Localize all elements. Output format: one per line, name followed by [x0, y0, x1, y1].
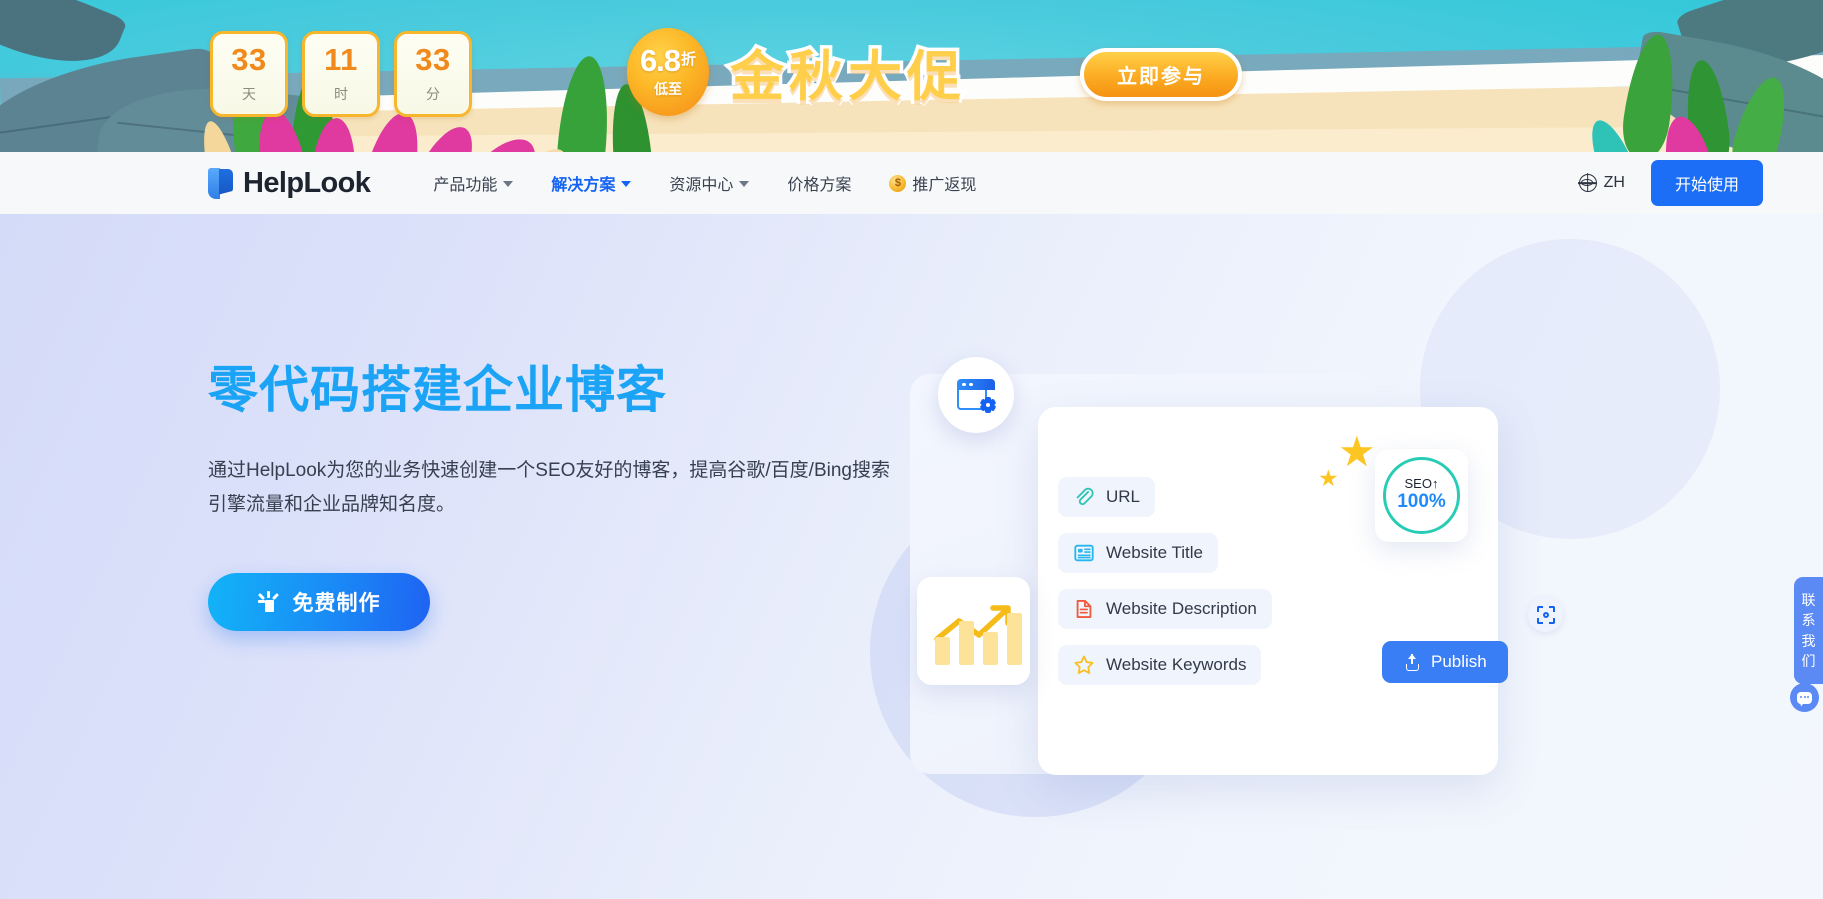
nav-item-label: 推广返现 — [912, 177, 977, 194]
document-icon — [1076, 600, 1092, 618]
nav-item-label: 资源中心 — [669, 177, 734, 194]
discount-value: 6.8 — [639, 43, 681, 78]
contact-us-tab[interactable]: 联系我们 — [1794, 577, 1823, 685]
chevron-down-icon — [503, 181, 514, 187]
language-label: ZH — [1603, 174, 1625, 191]
countdown-minutes: 33 分 — [394, 31, 472, 117]
nav-item-resources[interactable]: 资源中心 — [652, 163, 766, 203]
article-icon — [1074, 544, 1094, 562]
nav-item-solutions[interactable]: 解决方案 — [534, 163, 648, 203]
seo-value: 100% — [1397, 491, 1446, 513]
nav-links: 产品功能 解决方案 资源中心 价格方案 $ 推广返现 — [416, 163, 993, 203]
seo-label: SEO↑ — [1404, 476, 1439, 492]
nav-item-referral[interactable]: $ 推广返现 — [872, 163, 993, 203]
nav-right-group: ZH 开始使用 — [1578, 160, 1763, 206]
chat-bubble-icon — [1797, 691, 1812, 704]
scan-icon — [1536, 605, 1555, 624]
field-website-title: Website Title — [1058, 533, 1219, 573]
paperclip-icon — [1076, 487, 1094, 506]
chart-bar — [935, 637, 950, 665]
hero-section: 零代码搭建企业博客 通过HelpLook为您的业务快速创建一个SEO友好的博客，… — [0, 214, 1823, 899]
free-create-button[interactable]: 免费制作 — [208, 572, 430, 631]
brand-logo[interactable]: HelpLook — [208, 166, 371, 200]
upload-icon — [1403, 653, 1422, 671]
scan-capture-button[interactable] — [1528, 597, 1563, 632]
countdown-days-value: 33 — [231, 42, 267, 77]
page-title: 零代码搭建企业博客 — [208, 362, 667, 418]
browser-gear-icon — [957, 379, 997, 413]
field-website-description: Website Description — [1058, 589, 1272, 629]
chevron-down-icon — [621, 181, 632, 187]
promo-banner: 33 天 11 时 33 分 6.8 折 低至 金秋大促 立即参与 — [0, 0, 1823, 152]
hero-description: 通过HelpLook为您的业务快速创建一个SEO友好的博客，提高谷歌/百度/Bi… — [208, 459, 890, 516]
chart-bar — [1007, 613, 1022, 665]
sparkle-click-icon — [257, 590, 280, 613]
main-navigation: HelpLook 产品功能 解决方案 资源中心 价格方案 $ 推广返现 ZH 开… — [0, 152, 1823, 214]
discount-badge: 6.8 折 低至 — [627, 28, 709, 116]
field-website-keywords: Website Keywords — [1058, 645, 1262, 685]
nav-item-pricing[interactable]: 价格方案 — [770, 163, 868, 203]
star-icon — [1074, 655, 1094, 674]
browser-settings-badge — [938, 357, 1014, 433]
nav-item-label: 产品功能 — [433, 177, 498, 194]
chat-widget-button[interactable] — [1790, 683, 1819, 712]
field-label: Website Description — [1106, 599, 1257, 618]
field-label: Website Title — [1106, 543, 1204, 562]
analytics-chart-card — [917, 577, 1030, 685]
chart-bar — [959, 621, 974, 665]
field-url: URL — [1058, 477, 1156, 517]
start-using-button[interactable]: 开始使用 — [1650, 160, 1763, 206]
countdown-days: 33 天 — [210, 31, 288, 117]
publish-button[interactable]: Publish — [1382, 641, 1508, 683]
countdown-hours-value: 11 — [324, 42, 358, 77]
discount-suffix: 折 — [681, 51, 697, 68]
discount-subtext: 低至 — [654, 81, 682, 97]
chart-bar — [983, 632, 998, 665]
sparkle-star-icon: ★ — [1338, 428, 1376, 475]
sparkle-star-icon: ★ — [1318, 465, 1339, 491]
nav-item-products[interactable]: 产品功能 — [416, 163, 530, 203]
hero-copy: 零代码搭建企业博客 通过HelpLook为您的业务快速创建一个SEO友好的博客，… — [208, 362, 928, 631]
seo-score-card: SEO↑ 100% — [1375, 449, 1468, 542]
hero-illustration: ★ ★ URL Website Title Website Descriptio… — [870, 239, 1720, 829]
countdown-hours-unit: 时 — [334, 86, 348, 102]
free-create-label: 免费制作 — [292, 591, 381, 615]
countdown-timer: 33 天 11 时 33 分 — [210, 31, 472, 117]
discount-badge-main: 6.8 折 — [640, 45, 696, 76]
publish-label: Publish — [1431, 652, 1487, 671]
nav-item-label: 解决方案 — [551, 177, 616, 194]
seo-score-ring: SEO↑ 100% — [1383, 457, 1460, 534]
countdown-days-unit: 天 — [242, 86, 256, 102]
countdown-minutes-value: 33 — [415, 42, 451, 77]
promo-title: 金秋大促 — [727, 44, 966, 111]
chevron-down-icon — [739, 181, 750, 187]
coin-icon: $ — [889, 174, 907, 192]
field-label: URL — [1106, 487, 1141, 506]
language-switcher[interactable]: ZH — [1578, 174, 1625, 192]
nav-item-label: 价格方案 — [787, 177, 852, 194]
helplook-logo-icon — [208, 167, 233, 199]
field-label: Website Keywords — [1106, 655, 1247, 674]
countdown-minutes-unit: 分 — [426, 86, 440, 102]
promo-join-button[interactable]: 立即参与 — [1080, 48, 1242, 101]
globe-icon — [1578, 174, 1597, 192]
countdown-hours: 11 时 — [302, 31, 380, 117]
brand-name: HelpLook — [243, 166, 371, 199]
